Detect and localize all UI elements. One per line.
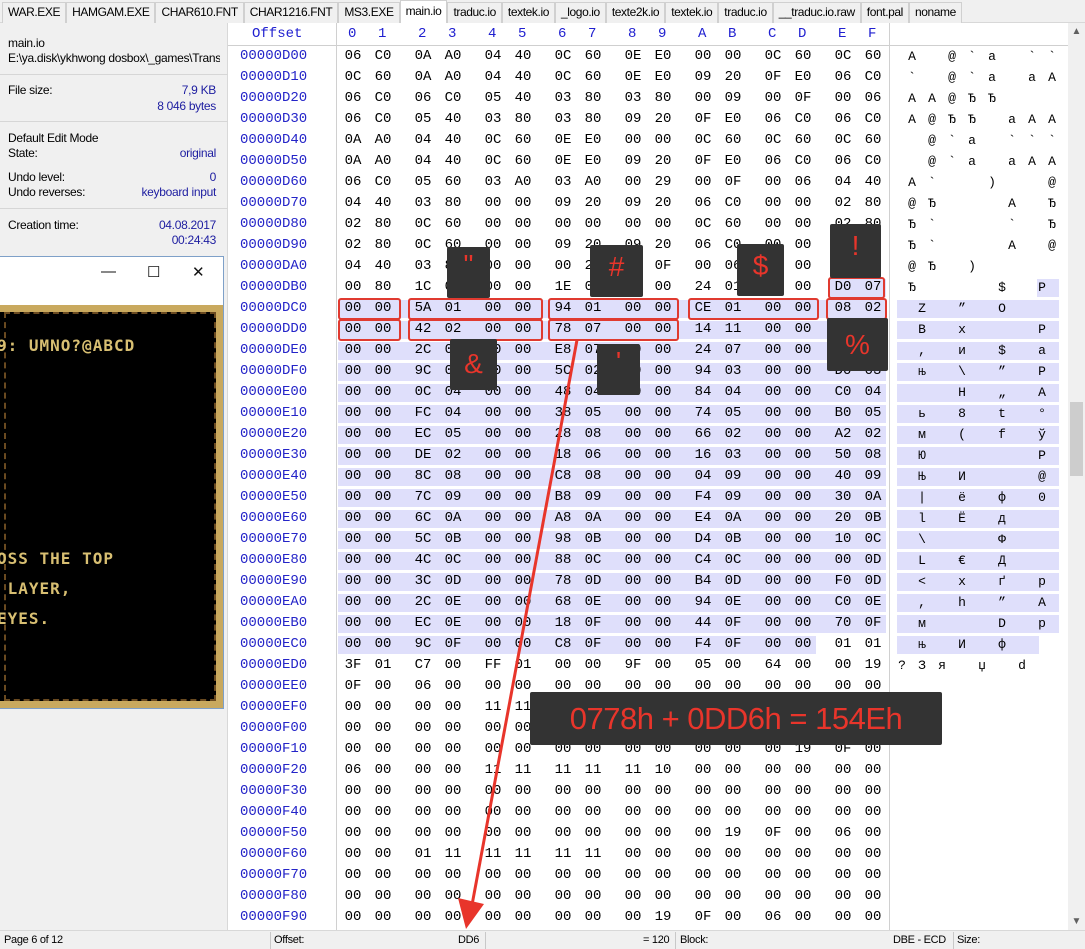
- offset-value: DD6: [458, 934, 480, 946]
- offset-label: Offset:: [274, 934, 305, 946]
- formula-label: 0778h + 0DD6h = 154Eh: [530, 692, 942, 745]
- divider: [953, 932, 954, 949]
- status-bar: Page 6 of 12 Offset: DD6 = 120 Block: DB…: [0, 930, 1085, 949]
- size-label: Size:: [957, 934, 980, 946]
- divider: [485, 932, 486, 949]
- arrow-icon: [458, 339, 579, 929]
- divider: [675, 932, 676, 949]
- block-label: Block:: [680, 934, 709, 946]
- page-indicator: Page 6 of 12: [4, 934, 63, 946]
- block-value: DBE - ECD: [893, 934, 946, 946]
- divider: [270, 932, 271, 949]
- decimal-value: = 120: [643, 934, 670, 946]
